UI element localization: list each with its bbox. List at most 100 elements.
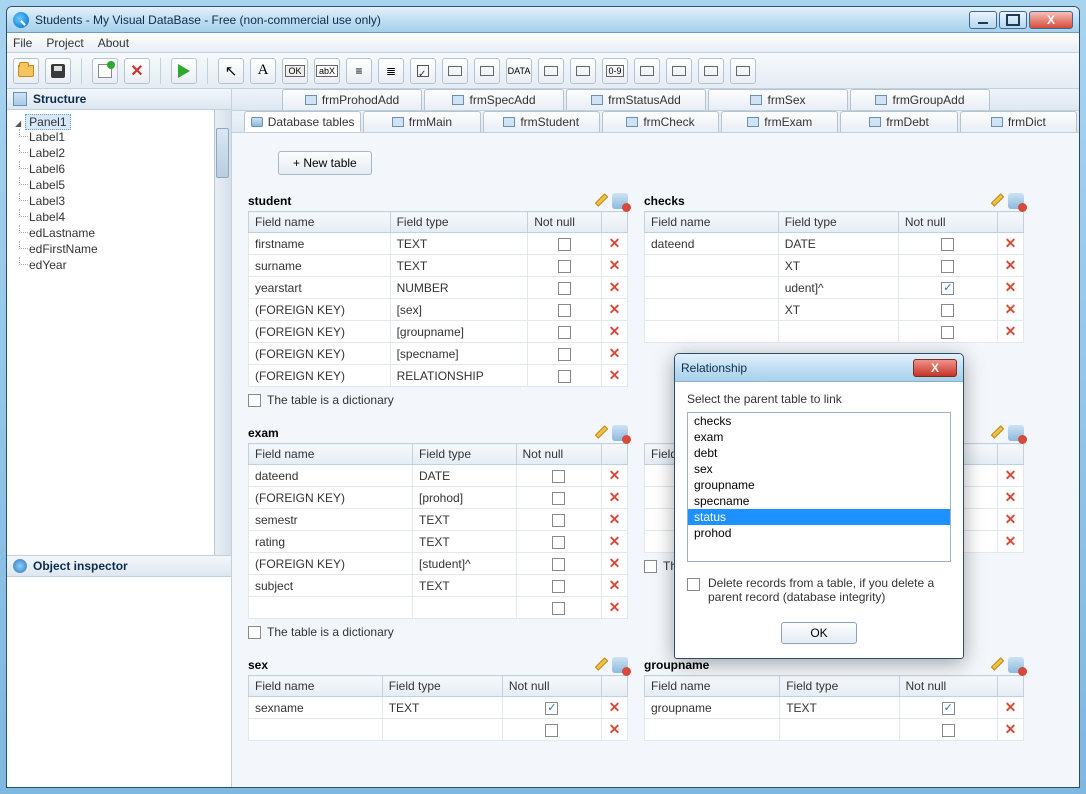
- structure-tree[interactable]: Panel1 Label1Label2Label6Label5Label3Lab…: [7, 110, 231, 556]
- list-item[interactable]: specname: [688, 493, 950, 509]
- tab-frmgroupadd[interactable]: frmGroupAdd: [850, 89, 990, 110]
- tree-item[interactable]: Label2: [29, 145, 229, 161]
- delete-row-button[interactable]: ✕: [998, 465, 1024, 487]
- tab-frmexam[interactable]: frmExam: [721, 111, 838, 132]
- field-row[interactable]: (FOREIGN KEY)RELATIONSHIP✕: [249, 365, 628, 387]
- image-tool[interactable]: [730, 58, 756, 84]
- tab-frmmain[interactable]: frmMain: [363, 111, 480, 132]
- notnull-checkbox[interactable]: [545, 702, 558, 715]
- list-item[interactable]: prohod: [688, 525, 950, 541]
- field-row[interactable]: sexnameTEXT✕: [249, 697, 628, 719]
- edit-table-button[interactable]: [592, 425, 608, 441]
- tab-frmsex[interactable]: frmSex: [708, 89, 848, 110]
- col-header[interactable]: Field type: [778, 212, 898, 233]
- tab-database-tables[interactable]: Database tables: [244, 111, 361, 132]
- checkbox-tool[interactable]: [410, 58, 436, 84]
- col-header[interactable]: Field type: [413, 444, 517, 465]
- tab-frmprohodadd[interactable]: frmProhodAdd: [282, 89, 422, 110]
- edit-table-button[interactable]: [988, 425, 1004, 441]
- new-table-button[interactable]: + New table: [278, 151, 372, 175]
- notnull-checkbox[interactable]: [942, 724, 955, 737]
- label-tool[interactable]: A: [250, 58, 276, 84]
- field-row[interactable]: ✕: [645, 321, 1024, 343]
- fields-grid[interactable]: Field nameField typeNot nullfirstnameTEX…: [248, 211, 628, 387]
- tab-frmspecadd[interactable]: frmSpecAdd: [424, 89, 564, 110]
- field-row[interactable]: (FOREIGN KEY)[groupname]✕: [249, 321, 628, 343]
- delete-row-button[interactable]: ✕: [998, 719, 1024, 741]
- dictionary-checkbox[interactable]: [248, 626, 261, 639]
- notnull-checkbox[interactable]: [941, 304, 954, 317]
- notnull-checkbox[interactable]: [558, 260, 571, 273]
- notnull-checkbox[interactable]: [558, 348, 571, 361]
- pagecontrol-tool[interactable]: [634, 58, 660, 84]
- delete-row-button[interactable]: ✕: [602, 233, 628, 255]
- delete-table-button[interactable]: [612, 193, 628, 209]
- col-header[interactable]: Field name: [645, 676, 780, 697]
- delete-table-button[interactable]: [1008, 425, 1024, 441]
- field-row[interactable]: XT✕: [645, 299, 1024, 321]
- col-header[interactable]: Field name: [645, 212, 779, 233]
- col-header[interactable]: Not null: [502, 676, 601, 697]
- field-row[interactable]: XT✕: [645, 255, 1024, 277]
- edit-table-button[interactable]: [592, 657, 608, 673]
- tab-frmdict[interactable]: frmDict: [960, 111, 1077, 132]
- delete-row-button[interactable]: ✕: [998, 299, 1024, 321]
- maximize-button[interactable]: [999, 11, 1027, 29]
- delete-row-button[interactable]: ✕: [602, 719, 628, 741]
- panel-tool[interactable]: [666, 58, 692, 84]
- field-row[interactable]: yearstartNUMBER✕: [249, 277, 628, 299]
- notnull-checkbox[interactable]: [552, 470, 565, 483]
- ok-button[interactable]: OK: [781, 622, 857, 644]
- field-row[interactable]: groupnameTEXT✕: [645, 697, 1024, 719]
- fields-grid[interactable]: Field nameField typeNot nullgroupnameTEX…: [644, 675, 1024, 741]
- notnull-checkbox[interactable]: [941, 238, 954, 251]
- notnull-checkbox[interactable]: [552, 514, 565, 527]
- grid-tool[interactable]: [570, 58, 596, 84]
- col-header[interactable]: Not null: [899, 676, 998, 697]
- list-item[interactable]: exam: [688, 429, 950, 445]
- tab-frmdebt[interactable]: frmDebt: [840, 111, 957, 132]
- tree-item[interactable]: edLastname: [29, 225, 229, 241]
- edit-table-button[interactable]: [592, 193, 608, 209]
- field-row[interactable]: ✕: [249, 719, 628, 741]
- notnull-checkbox[interactable]: [558, 282, 571, 295]
- minimize-button[interactable]: [969, 11, 997, 29]
- new-form-button[interactable]: [92, 58, 118, 84]
- datetimepicker-tool[interactable]: [474, 58, 500, 84]
- delete-row-button[interactable]: ✕: [998, 321, 1024, 343]
- list-item[interactable]: status: [688, 509, 950, 525]
- notnull-checkbox[interactable]: [941, 282, 954, 295]
- fields-grid[interactable]: Field nameField typeNot nulldateendDATE✕…: [248, 443, 628, 619]
- notnull-checkbox[interactable]: [545, 724, 558, 737]
- combobox-tool[interactable]: [538, 58, 564, 84]
- parent-table-listbox[interactable]: checksexamdebtsexgroupnamespecnamestatus…: [687, 412, 951, 562]
- delete-table-button[interactable]: [1008, 193, 1024, 209]
- delete-row-button[interactable]: ✕: [998, 531, 1024, 553]
- button-tool[interactable]: OK: [282, 58, 308, 84]
- calendar-tool[interactable]: DATA: [506, 58, 532, 84]
- open-button[interactable]: [13, 58, 39, 84]
- delete-row-button[interactable]: ✕: [602, 531, 628, 553]
- delete-row-button[interactable]: ✕: [602, 299, 628, 321]
- delete-row-button[interactable]: ✕: [998, 697, 1024, 719]
- delete-row-button[interactable]: ✕: [602, 365, 628, 387]
- col-header[interactable]: Field name: [249, 212, 391, 233]
- counter-tool[interactable]: 0-9: [602, 58, 628, 84]
- fields-grid[interactable]: Field nameField typeNot nullsexnameTEXT✕…: [248, 675, 628, 741]
- list-item[interactable]: checks: [688, 413, 950, 429]
- col-header[interactable]: Field type: [780, 676, 899, 697]
- edit-table-button[interactable]: [988, 657, 1004, 673]
- save-button[interactable]: [45, 58, 71, 84]
- delete-row-button[interactable]: ✕: [602, 277, 628, 299]
- field-row[interactable]: (FOREIGN KEY)[specname]✕: [249, 343, 628, 365]
- notnull-checkbox[interactable]: [552, 580, 565, 593]
- delete-row-button[interactable]: ✕: [998, 277, 1024, 299]
- delete-row-button[interactable]: ✕: [998, 255, 1024, 277]
- delete-integrity-checkbox[interactable]: [687, 578, 700, 591]
- field-row[interactable]: ✕: [249, 597, 628, 619]
- col-header[interactable]: Field name: [249, 676, 383, 697]
- field-row[interactable]: udent]^✕: [645, 277, 1024, 299]
- notnull-checkbox[interactable]: [552, 558, 565, 571]
- col-header[interactable]: Field name: [249, 444, 413, 465]
- field-row[interactable]: ratingTEXT✕: [249, 531, 628, 553]
